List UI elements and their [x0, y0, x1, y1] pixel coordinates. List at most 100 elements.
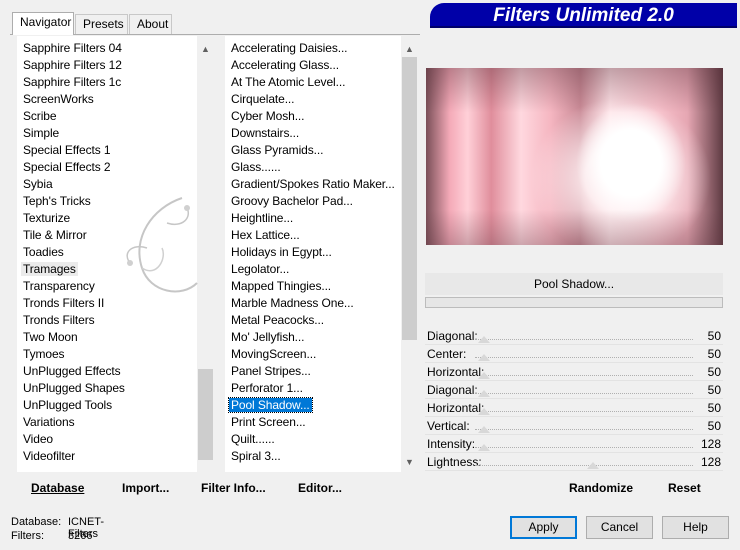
- scroll-up-icon[interactable]: ▲: [401, 40, 418, 57]
- filter-list-item[interactable]: Perforator 1...: [225, 380, 401, 397]
- filter-list-item[interactable]: At The Atomic Level...: [225, 74, 401, 91]
- parameter-value: 128: [700, 455, 721, 469]
- filter-scrollbar[interactable]: ▲ ▼: [401, 36, 418, 472]
- category-list-item[interactable]: Simple: [17, 125, 197, 142]
- filter-list-item[interactable]: Gradient/Spokes Ratio Maker...: [225, 176, 401, 193]
- list-item-label: Simple: [23, 126, 60, 140]
- category-list-item[interactable]: ScreenWorks: [17, 91, 197, 108]
- parameter-slider[interactable]: [475, 429, 693, 430]
- filter-list-item[interactable]: Metal Peacocks...: [225, 312, 401, 329]
- help-button[interactable]: Help: [662, 516, 729, 539]
- list-item-label: Tile & Mirror: [23, 228, 87, 242]
- parameter-value: 50: [707, 347, 721, 361]
- slider-knob-icon[interactable]: [478, 336, 490, 343]
- slider-knob-icon[interactable]: [478, 408, 490, 415]
- list-item-label: Tronds Filters: [23, 313, 95, 327]
- category-list-item[interactable]: Variations: [17, 414, 197, 431]
- scroll-down-icon[interactable]: ▼: [401, 453, 418, 470]
- randomize-button[interactable]: Randomize: [569, 481, 633, 495]
- slider-knob-icon[interactable]: [478, 354, 490, 361]
- import-button[interactable]: Import...: [122, 481, 169, 495]
- filter-list-item[interactable]: Heightline...: [225, 210, 401, 227]
- app-title-banner: Filters Unlimited 2.0: [430, 3, 737, 28]
- category-list-item[interactable]: Scribe: [17, 108, 197, 125]
- filter-list-item[interactable]: Cyber Mosh...: [225, 108, 401, 125]
- category-list-item[interactable]: UnPlugged Effects: [17, 363, 197, 380]
- filter-list-item[interactable]: Accelerating Daisies...: [225, 40, 401, 57]
- row-divider: [425, 416, 723, 417]
- parameter-label: Diagonal:: [427, 383, 478, 397]
- category-list-item[interactable]: Two Moon: [17, 329, 197, 346]
- tab-about[interactable]: About: [129, 14, 172, 34]
- filter-list-item[interactable]: Cirquelate...: [225, 91, 401, 108]
- tab-navigator[interactable]: Navigator: [12, 12, 74, 35]
- tab-presets[interactable]: Presets: [75, 14, 128, 34]
- list-item-label: Downstairs...: [231, 126, 300, 140]
- apply-button[interactable]: Apply: [510, 516, 577, 539]
- row-divider: [425, 362, 723, 363]
- filter-list-item[interactable]: Mo' Jellyfish...: [225, 329, 401, 346]
- filter-list-item[interactable]: Glass Pyramids...: [225, 142, 401, 159]
- parameter-row: Vertical: 50: [425, 418, 723, 435]
- filter-list-item[interactable]: Quilt......: [225, 431, 401, 448]
- filters-label: Filters:: [11, 530, 44, 542]
- parameter-slider[interactable]: [475, 357, 693, 358]
- category-list-item[interactable]: Video: [17, 431, 197, 448]
- filter-list-item[interactable]: Holidays in Egypt...: [225, 244, 401, 261]
- list-item-label: Gradient/Spokes Ratio Maker...: [231, 177, 395, 191]
- list-item-label: ScreenWorks: [23, 92, 94, 106]
- category-list-item[interactable]: Videofilter: [17, 448, 197, 465]
- list-item-label: Groovy Bachelor Pad...: [231, 194, 353, 208]
- parameter-label: Lightness:: [427, 455, 482, 469]
- slider-knob-icon[interactable]: [478, 444, 490, 451]
- list-item-label: Sybia: [23, 177, 53, 191]
- category-list-item[interactable]: UnPlugged Shapes: [17, 380, 197, 397]
- filter-list-item[interactable]: Downstairs...: [225, 125, 401, 142]
- parameter-slider[interactable]: [475, 465, 693, 466]
- filter-list-item[interactable]: Legolator...: [225, 261, 401, 278]
- scroll-up-icon[interactable]: ▲: [197, 40, 214, 57]
- filter-list-item[interactable]: Spiral 3...: [225, 448, 401, 465]
- filter-info-button[interactable]: Filter Info...: [201, 481, 266, 495]
- list-item-label: Texturize: [23, 211, 71, 225]
- database-button[interactable]: Database: [31, 481, 84, 495]
- scroll-thumb[interactable]: [402, 57, 417, 340]
- category-list-item[interactable]: Tymoes: [17, 346, 197, 363]
- scroll-thumb[interactable]: [198, 369, 213, 460]
- filter-list-item[interactable]: Panel Stripes...: [225, 363, 401, 380]
- parameter-slider[interactable]: [475, 339, 693, 340]
- category-list-item[interactable]: UnPlugged Tools: [17, 397, 197, 414]
- parameter-slider[interactable]: [475, 411, 693, 412]
- filter-list-item[interactable]: Pool Shadow...: [225, 397, 401, 414]
- slider-knob-icon[interactable]: [587, 462, 599, 469]
- category-list-item[interactable]: Special Effects 1: [17, 142, 197, 159]
- category-list-item[interactable]: Sapphire Filters 1c: [17, 74, 197, 91]
- filter-list-item[interactable]: Hex Lattice...: [225, 227, 401, 244]
- filter-list-item[interactable]: Print Screen...: [225, 414, 401, 431]
- filter-list-item[interactable]: MovingScreen...: [225, 346, 401, 363]
- editor-button[interactable]: Editor...: [298, 481, 342, 495]
- category-list-item[interactable]: Special Effects 2: [17, 159, 197, 176]
- reset-button[interactable]: Reset: [668, 481, 701, 495]
- filter-list-item[interactable]: Groovy Bachelor Pad...: [225, 193, 401, 210]
- category-list-item[interactable]: Sapphire Filters 12: [17, 57, 197, 74]
- filter-list-item[interactable]: Marble Madness One...: [225, 295, 401, 312]
- slider-knob-icon[interactable]: [478, 372, 490, 379]
- filters-count-info: Filters: 3266: [11, 530, 92, 542]
- parameter-row: Center: 50: [425, 346, 723, 363]
- parameter-slider[interactable]: [475, 447, 693, 448]
- filter-list-item[interactable]: Mapped Thingies...: [225, 278, 401, 295]
- slider-knob-icon[interactable]: [478, 426, 490, 433]
- parameter-slider[interactable]: [475, 393, 693, 394]
- category-list-item[interactable]: Sapphire Filters 04: [17, 40, 197, 57]
- filter-list-item[interactable]: Accelerating Glass...: [225, 57, 401, 74]
- parameter-slider[interactable]: [475, 375, 693, 376]
- slider-knob-icon[interactable]: [478, 390, 490, 397]
- parameter-value: 50: [707, 401, 721, 415]
- list-item-label: Transparency: [23, 279, 95, 293]
- parameter-value: 50: [707, 383, 721, 397]
- filter-list[interactable]: Accelerating Daisies... Accelerating Glas…: [225, 36, 401, 472]
- cancel-button[interactable]: Cancel: [586, 516, 653, 539]
- database-info: Database: ICNET-Filters: [11, 516, 104, 540]
- filter-list-item[interactable]: Glass......: [225, 159, 401, 176]
